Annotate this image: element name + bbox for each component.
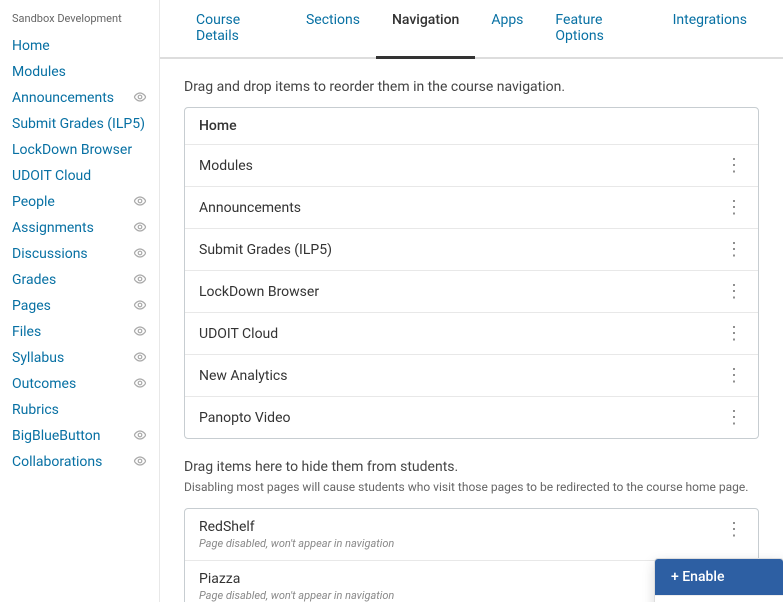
tab-sections[interactable]: Sections (290, 0, 376, 59)
sidebar-item-collaborations[interactable]: Collaborations (0, 449, 159, 475)
hide-hint: Drag items here to hide them from studen… (184, 459, 759, 475)
eye-icon (133, 247, 147, 261)
sidebar-item-label: Files (12, 324, 41, 340)
eye-icon (133, 377, 147, 391)
sidebar-item-label: UDOIT Cloud (12, 168, 91, 184)
nav-item-label: Submit Grades (ILP5) (199, 242, 332, 258)
sidebar-item-label: Submit Grades (ILP5) (12, 116, 145, 132)
nav-item-home[interactable]: Home (185, 108, 758, 145)
sidebar: Sandbox Development Home Modules Announcem… (0, 0, 160, 602)
sidebar-item-discussions[interactable]: Discussions (0, 241, 159, 267)
nav-item-label: New Analytics (199, 368, 287, 384)
enable-button[interactable]: + Enable (655, 559, 783, 595)
eye-icon (133, 455, 147, 469)
context-menu: + Enable ↕ Move (654, 558, 783, 602)
hidden-item-sub: Page disabled, won't appear in navigatio… (199, 537, 394, 550)
dots-icon[interactable]: ⋮ (725, 197, 744, 218)
hidden-item[interactable]: RedShelf Page disabled, won't appear in n… (185, 509, 758, 561)
dots-icon[interactable]: ⋮ (725, 519, 744, 540)
sidebar-item-rubrics[interactable]: Rubrics (0, 397, 159, 423)
nav-item[interactable]: New Analytics ⋮ (185, 355, 758, 397)
sidebar-item-label: Outcomes (12, 376, 76, 392)
dots-icon[interactable]: ⋮ (725, 155, 744, 176)
sidebar-item-grades[interactable]: Grades (0, 267, 159, 293)
sidebar-item-label: People (12, 194, 55, 210)
hidden-item-text: Piazza Page disabled, won't appear in nav… (199, 571, 394, 602)
tab-course-details[interactable]: Course Details (180, 0, 290, 59)
nav-item[interactable]: Submit Grades (ILP5) ⋮ (185, 229, 758, 271)
tab-feature-options[interactable]: Feature Options (539, 0, 656, 59)
tabs-bar: Course DetailsSectionsNavigationAppsFeat… (160, 0, 783, 59)
eye-icon (133, 195, 147, 209)
content-area: Drag and drop items to reorder them in t… (160, 59, 783, 602)
eye-icon (133, 221, 147, 235)
eye-icon (133, 91, 147, 105)
hidden-item-sub: Page disabled, won't appear in navigatio… (199, 589, 394, 602)
sidebar-item-label: LockDown Browser (12, 142, 132, 158)
sidebar-item-label: Discussions (12, 246, 88, 262)
sidebar-item-udoit-cloud[interactable]: UDOIT Cloud (0, 163, 159, 189)
sidebar-item-label: Syllabus (12, 350, 64, 366)
eye-icon (133, 299, 147, 313)
hidden-item-text: RedShelf Page disabled, won't appear in n… (199, 519, 394, 550)
sidebar-item-syllabus[interactable]: Syllabus (0, 345, 159, 371)
sidebar-item-label: Modules (12, 64, 66, 80)
hidden-item-name: RedShelf (199, 519, 394, 535)
sidebar-item-home[interactable]: Home (0, 33, 159, 59)
sidebar-item-announcements[interactable]: Announcements (0, 85, 159, 111)
nav-list-box: Home Modules⋮Announcements⋮Submit Grades… (184, 107, 759, 439)
main-content: Course DetailsSectionsNavigationAppsFeat… (160, 0, 783, 602)
nav-item-label: Panopto Video (199, 410, 290, 426)
dots-icon[interactable]: ⋮ (725, 407, 744, 428)
hide-sub-hint: Disabling most pages will cause students… (184, 479, 759, 496)
eye-icon (133, 273, 147, 287)
sidebar-item-label: Pages (12, 298, 51, 314)
sidebar-env: Sandbox Development (0, 8, 159, 33)
sidebar-item-outcomes[interactable]: Outcomes (0, 371, 159, 397)
nav-item[interactable]: LockDown Browser ⋮ (185, 271, 758, 313)
sidebar-item-label: Assignments (12, 220, 94, 236)
hidden-section: RedShelf Page disabled, won't appear in n… (184, 508, 759, 602)
nav-item[interactable]: Announcements ⋮ (185, 187, 758, 229)
nav-item-label: UDOIT Cloud (199, 326, 278, 342)
sidebar-item-lockdown-browser[interactable]: LockDown Browser (0, 137, 159, 163)
nav-item-label: Modules (199, 158, 253, 174)
sidebar-item-label: Grades (12, 272, 56, 288)
sidebar-item-files[interactable]: Files (0, 319, 159, 345)
dots-icon[interactable]: ⋮ (725, 323, 744, 344)
nav-item-label: Announcements (199, 200, 301, 216)
sidebar-item-modules[interactable]: Modules (0, 59, 159, 85)
sidebar-item-submit-grades-(ilp5)[interactable]: Submit Grades (ILP5) (0, 111, 159, 137)
dots-icon[interactable]: ⋮ (725, 239, 744, 260)
tab-integrations[interactable]: Integrations (657, 0, 763, 59)
sidebar-item-label: Announcements (12, 90, 114, 106)
hidden-item-name: Piazza (199, 571, 394, 587)
sidebar-item-pages[interactable]: Pages (0, 293, 159, 319)
sidebar-item-label: Home (12, 38, 50, 54)
drag-hint: Drag and drop items to reorder them in t… (184, 79, 759, 95)
nav-item[interactable]: UDOIT Cloud ⋮ (185, 313, 758, 355)
eye-icon (133, 429, 147, 443)
nav-item[interactable]: Panopto Video ⋮ (185, 397, 758, 438)
sidebar-item-label: BigBlueButton (12, 428, 100, 444)
sidebar-item-label: Collaborations (12, 454, 102, 470)
nav-item-label: LockDown Browser (199, 284, 319, 300)
eye-icon (133, 351, 147, 365)
move-button[interactable]: ↕ Move (655, 595, 783, 602)
sidebar-item-assignments[interactable]: Assignments (0, 215, 159, 241)
enable-label: + Enable (671, 569, 724, 585)
sidebar-item-people[interactable]: People (0, 189, 159, 215)
sidebar-item-bigbluebutton[interactable]: BigBlueButton (0, 423, 159, 449)
tab-navigation[interactable]: Navigation (376, 0, 475, 59)
sidebar-item-label: Rubrics (12, 402, 59, 418)
dots-icon[interactable]: ⋮ (725, 281, 744, 302)
eye-icon (133, 325, 147, 339)
tab-apps[interactable]: Apps (475, 0, 539, 59)
nav-item[interactable]: Modules ⋮ (185, 145, 758, 187)
dots-icon[interactable]: ⋮ (725, 365, 744, 386)
